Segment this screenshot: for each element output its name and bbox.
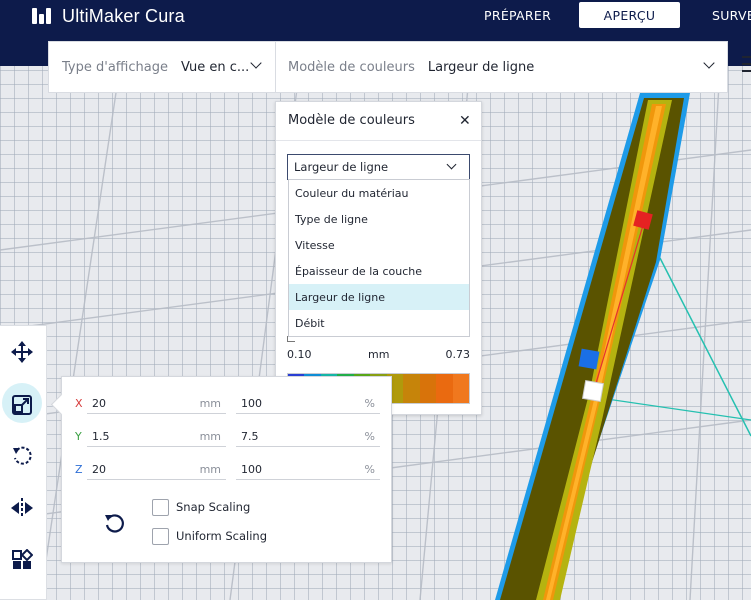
snap-scaling-label: Snap Scaling [176,500,251,514]
view-type-value: Vue en c... [180,59,250,75]
uniform-scaling-label: Uniform Scaling [176,529,268,543]
percent-z-value: 100 [241,463,262,476]
reset-icon [105,514,124,533]
size-x-unit: mm [199,397,221,410]
option-speed[interactable]: Vitesse [289,232,469,258]
size-z-unit: mm [199,463,221,476]
close-icon[interactable]: ✕ [459,114,471,128]
reset-scale-button[interactable] [102,511,126,535]
color-scheme-options: Couleur du matériau Type de ligne Vitess… [288,179,470,337]
option-line-width[interactable]: Largeur de ligne [289,284,469,310]
chevron-down-icon[interactable] [250,57,262,69]
color-scheme-value: Largeur de ligne [427,59,535,75]
scale-min: 0.10 [287,348,312,361]
axis-y-label: Y [75,430,82,443]
gradient-swatch [436,374,453,403]
percent-z-input[interactable]: 100 % [236,460,380,480]
snap-scaling-checkbox[interactable]: Snap Scaling [152,498,352,516]
panel-title: Modèle de couleurs [288,113,415,128]
select-value: Largeur de ligne [294,160,389,174]
uniform-scaling-box[interactable] [152,527,169,545]
percent-x-unit: % [364,397,375,410]
nav-monitor[interactable]: SURVE [712,2,751,28]
uniform-scaling-checkbox[interactable]: Uniform Scaling [152,527,352,545]
per-model-settings-button[interactable] [0,538,44,582]
size-z-input[interactable]: 20 mm [87,460,226,480]
size-z-value: 20 [92,463,106,476]
size-y-value: 1.5 [92,430,110,443]
size-y-input[interactable]: 1.5 mm [87,427,226,447]
size-y-unit: mm [199,430,221,443]
mirror-icon [11,498,33,518]
color-scheme-dropdown[interactable]: Modèle de couleurs Largeur de ligne [288,42,534,92]
nav-preview[interactable]: APERÇU [579,2,680,28]
percent-z-unit: % [364,463,375,476]
gradient-swatch [452,374,469,403]
view-toolbar: Type d'affichage Vue en c... Modèle de c… [48,41,728,93]
brand-name: UltiMaker Cura [62,5,185,26]
legend-scale: 0.10 mm 0.73 [287,348,470,362]
scale-row-z: Z 20 mm 100 % [72,460,382,480]
axis-z-label: Z [75,463,83,476]
percent-y-value: 7.5 [241,430,259,443]
scale-unit: mm [368,348,390,361]
rotate-tool-button[interactable] [0,434,44,478]
scale-row-y: Y 1.5 mm 7.5 % [72,427,382,447]
app-logo: UltiMaker Cura [32,6,185,26]
option-material-color[interactable]: Couleur du matériau [289,180,469,206]
scale-icon [12,395,32,415]
ultimaker-logo-icon [32,8,54,24]
color-scheme-select[interactable]: Largeur de ligne [287,154,470,180]
scale-tool-button[interactable] [0,383,44,427]
nav-prepare[interactable]: PRÉPARER [484,2,551,28]
percent-x-input[interactable]: 100 % [236,394,380,414]
size-x-input[interactable]: 20 mm [87,394,226,414]
per-model-settings-icon [12,549,33,569]
size-x-value: 20 [92,397,106,410]
scale-max: 0.73 [445,348,471,361]
move-tool-button[interactable] [0,330,44,374]
mirror-tool-button[interactable] [0,486,44,530]
percent-x-value: 100 [241,397,262,410]
color-scheme-panel: Modèle de couleurs ✕ Largeur de ligne Co… [275,101,482,415]
chevron-down-icon [446,159,457,170]
rotate-icon [13,446,32,465]
view-type-dropdown[interactable]: Type d'affichage Vue en c... [62,42,249,92]
option-layer-thickness[interactable]: Épaisseur de la couche [289,258,469,284]
gradient-swatch [419,374,437,403]
scale-row-x: X 20 mm 100 % [72,394,382,414]
toolbar-divider [275,42,276,92]
settings-menu-icon[interactable] [738,52,751,78]
tool-sidebar [0,325,47,600]
percent-y-input[interactable]: 7.5 % [236,427,380,447]
axis-x-label: X [75,397,83,410]
color-scheme-label: Modèle de couleurs [288,59,415,75]
option-line-type[interactable]: Type de ligne [289,206,469,232]
gradient-swatch [403,374,420,403]
view-type-label: Type d'affichage [62,59,168,75]
panel-divider [276,140,481,141]
chevron-down-icon[interactable] [703,57,715,69]
percent-y-unit: % [364,430,375,443]
scale-tool-panel: X 20 mm 100 % Y 1.5 mm 7.5 % Z 20 mm 100… [61,376,392,563]
snap-scaling-box[interactable] [152,498,169,516]
move-icon [11,341,33,363]
option-flow[interactable]: Débit [289,310,469,336]
